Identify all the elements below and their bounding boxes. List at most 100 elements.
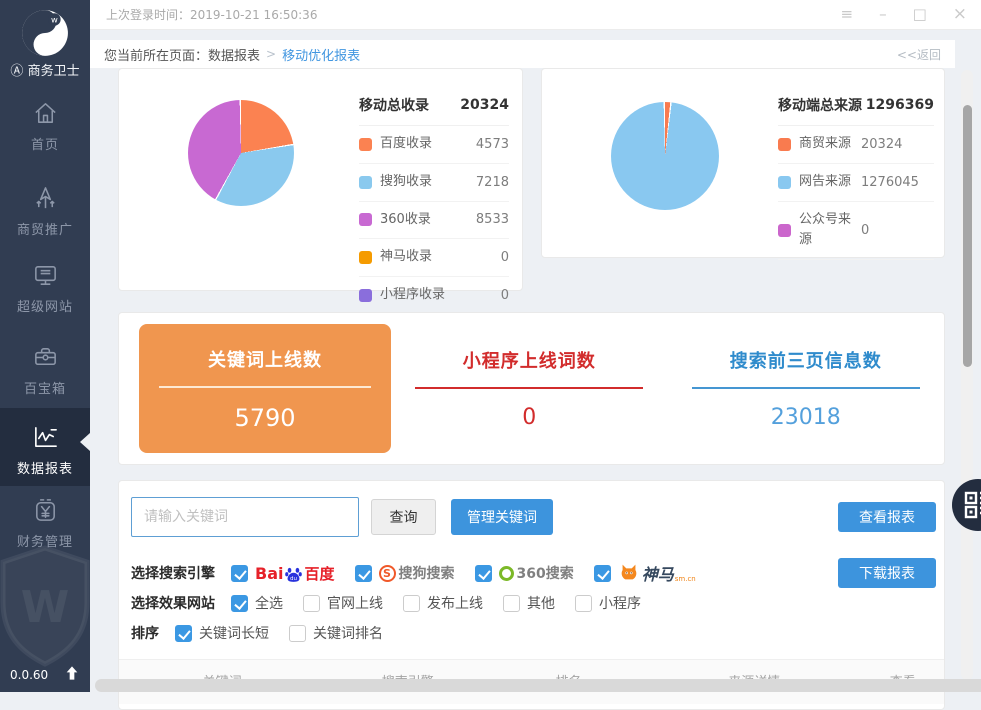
promotion-icon <box>0 185 90 212</box>
stat-miniprogram-words[interactable]: 小程序上线词数 0 <box>391 347 668 430</box>
legend-item[interactable]: 公众号来源 0 <box>778 202 934 261</box>
sort-checkbox-rank[interactable]: 关键词排名 <box>289 623 383 643</box>
home-icon <box>0 100 90 127</box>
legend-swatch <box>359 289 372 303</box>
engine-checkbox-sogou[interactable]: S 搜狗搜索 <box>354 563 455 583</box>
sort-checkbox-length[interactable]: 关键词长短 <box>175 623 269 643</box>
engine-filter-row: 选择搜索引擎 Bai du 百度 S 搜狗搜索 360搜索 神马 sm.cn <box>131 561 716 585</box>
sidebar-item-toolbox[interactable]: 百宝箱 <box>0 344 90 397</box>
sidebar-item-reports[interactable]: 数据报表 <box>0 408 90 486</box>
active-item-notch <box>80 433 90 451</box>
mobile-index-pie-chart[interactable] <box>188 100 294 206</box>
legend-swatch <box>359 213 372 227</box>
stat-top3-pages[interactable]: 搜索前三页信息数 23018 <box>668 347 945 430</box>
legend-item[interactable]: 商贸来源 20324 <box>778 126 934 164</box>
brand-label: 商务卫士 <box>27 64 80 79</box>
360-logo-icon: 360搜索 <box>498 563 574 583</box>
checkbox-icon <box>231 564 248 582</box>
manage-keywords-button[interactable]: 管理关键词 <box>451 499 553 535</box>
shenma-logo-icon: 神马 sm.cn <box>618 561 696 585</box>
checkbox-icon <box>503 594 520 612</box>
mobile-index-chart-card: 移动总收录 20324 百度收录 4573 搜狗收录 7218 360收录 85… <box>118 68 523 315</box>
sort-filter-row: 排序 关键词长短 关键词排名 <box>131 623 403 643</box>
legend-item[interactable]: 神马收录 0 <box>359 239 509 278</box>
legend-swatch <box>778 223 791 237</box>
site-checkbox-other[interactable]: 其他 <box>503 593 555 613</box>
site-checkbox-publish[interactable]: 发布上线 <box>403 593 483 613</box>
legend-item[interactable]: 搜狗收录 7218 <box>359 164 509 202</box>
sidebar-item-label: 商贸推广 <box>16 223 73 238</box>
sidebar-item-home[interactable]: 首页 <box>0 100 90 153</box>
svg-text:W: W <box>21 582 70 633</box>
svg-text:du: du <box>290 575 297 581</box>
sidebar-item-label: 数据报表 <box>16 462 73 477</box>
keyword-query-card: 查询 管理关键词 查看报表 下载报表 选择搜索引擎 Bai du 百度 <box>118 480 945 710</box>
toolbox-icon <box>0 344 90 371</box>
checkbox-icon <box>575 594 592 612</box>
horizontal-scrollbar[interactable] <box>95 679 981 692</box>
engine-checkbox-shenma[interactable]: 神马 sm.cn <box>593 561 696 585</box>
shield-watermark-icon: W <box>0 540 98 674</box>
last-login-text: 上次登录时间：2019-10-21 16:50:36 <box>106 8 318 22</box>
pie1-legend: 移动总收录 20324 百度收录 4573 搜狗收录 7218 360收录 85… <box>359 89 509 315</box>
title-bar: 上次登录时间：2019-10-21 16:50:36 ≡ – □ × <box>90 0 981 30</box>
sidebar-item-website[interactable]: 超级网站 <box>0 262 90 315</box>
breadcrumb: 您当前所在页面：数据报表 > 移动优化报表 <<返回 <box>90 40 955 68</box>
engine-row-label: 选择搜索引擎 <box>131 566 215 582</box>
report-chart-icon <box>0 424 90 451</box>
engine-checkbox-baidu[interactable]: Bai du 百度 <box>231 563 335 584</box>
site-checkbox-all[interactable]: 全选 <box>231 593 283 613</box>
breadcrumb-separator: > <box>266 47 277 61</box>
sort-row-label: 排序 <box>131 626 159 642</box>
query-button[interactable]: 查询 <box>371 499 436 535</box>
brand-badge-icon: Ⓐ <box>10 64 24 79</box>
legend-item[interactable]: 360收录 8533 <box>359 202 509 240</box>
site-checkbox-miniprogram[interactable]: 小程序 <box>575 593 641 613</box>
sogou-logo-icon: S 搜狗搜索 <box>378 563 455 583</box>
checkbox-icon <box>289 624 306 642</box>
sidebar-item-label: 首页 <box>30 138 59 153</box>
minimize-icon[interactable]: – <box>879 7 887 22</box>
sidebar: w Ⓐ 商务卫士 首页 商贸推广 超级网站 百宝箱 数据报表 财务管理 W 0.… <box>0 0 90 692</box>
view-report-button[interactable]: 查看报表 <box>838 502 936 532</box>
app-logo-icon: w <box>0 8 90 62</box>
qr-code-float-button[interactable] <box>952 479 981 531</box>
maximize-icon[interactable]: □ <box>913 7 927 22</box>
checkbox-icon <box>593 564 611 582</box>
menu-icon[interactable]: ≡ <box>840 7 853 22</box>
legend-item[interactable]: 网告来源 1276045 <box>778 164 934 202</box>
legend-item[interactable]: 百度收录 4573 <box>359 126 509 164</box>
breadcrumb-current-link[interactable]: 移动优化报表 <box>282 45 360 64</box>
sidebar-item-promotion[interactable]: 商贸推广 <box>0 185 90 238</box>
legend-swatch <box>359 175 372 189</box>
site-checkbox-official[interactable]: 官网上线 <box>303 593 383 613</box>
version-label: 0.0.60 <box>10 668 49 682</box>
legend-swatch <box>359 137 372 151</box>
mobile-source-pie-chart[interactable] <box>611 102 719 210</box>
pie1-title: 移动总收录 <box>359 98 429 114</box>
legend-swatch <box>778 175 791 189</box>
legend-swatch <box>359 251 372 265</box>
baidu-logo-icon: Bai du 百度 <box>255 563 335 583</box>
site-filter-row: 选择效果网站 全选 官网上线 发布上线 其他 小程序 <box>131 593 661 613</box>
site-row-label: 选择效果网站 <box>131 596 215 612</box>
upgrade-arrow-icon[interactable] <box>64 664 80 686</box>
close-icon[interactable]: × <box>953 6 967 23</box>
stat-keywords-online[interactable]: 关键词上线数 5790 <box>139 324 391 453</box>
keyword-search-input[interactable] <box>131 497 359 537</box>
checkbox-icon <box>231 594 248 612</box>
stats-summary-card: 关键词上线数 5790 小程序上线词数 0 搜索前三页信息数 23018 <box>118 312 945 465</box>
back-link[interactable]: <<返回 <box>897 46 941 63</box>
checkbox-icon <box>403 594 420 612</box>
finance-icon <box>0 497 90 524</box>
vertical-scrollbar-thumb[interactable] <box>963 105 972 367</box>
brand-name: Ⓐ 商务卫士 <box>0 60 90 79</box>
mobile-source-chart-card: 移动端总来源 1296369 商贸来源 20324 网告来源 1276045 公… <box>541 68 945 261</box>
legend-item[interactable]: 小程序收录 0 <box>359 277 509 315</box>
download-report-button[interactable]: 下载报表 <box>838 558 936 588</box>
engine-checkbox-360[interactable]: 360搜索 <box>474 563 574 583</box>
checkbox-icon <box>354 564 372 582</box>
legend-swatch <box>778 137 791 151</box>
pie2-title: 移动端总来源 <box>778 98 862 114</box>
checkbox-icon <box>474 564 492 582</box>
